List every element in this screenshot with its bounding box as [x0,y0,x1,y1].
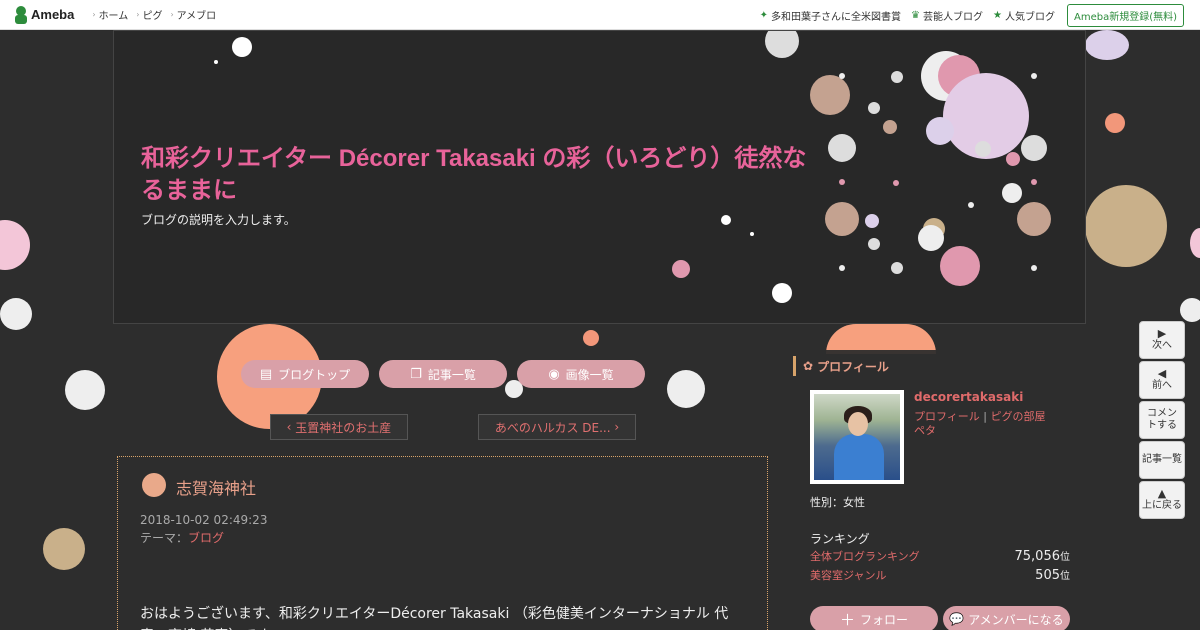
article-theme: テーマ：ブログ [140,529,224,546]
chevron-right-icon: › [170,10,174,19]
prev-article-link[interactable]: ‹ 玉置神社のお土産 [270,414,408,440]
image-list-label: 画像一覧 [565,367,614,382]
popular-blog-label: 人気ブログ [1004,11,1055,23]
ameba-mascot-icon [14,5,28,24]
article-list-label: 記事一覧 [427,367,476,382]
global-header: Ameba › ホーム › ピグ › アメブロ ✦ 多和田葉子さんに全米図書賞 ♛ 芸能人… [0,0,1200,30]
celebrity-blog-label: 芸能人ブログ [923,11,984,23]
celebrity-blog-link[interactable]: ♛ 芸能人ブログ [911,8,983,23]
nav-pigg[interactable]: › ピグ [136,7,162,22]
article-list-float-button[interactable]: 記事一覧 [1139,441,1185,479]
crown-icon: ♛ [911,9,921,21]
play-left-icon: ◀ [1157,367,1167,380]
chevron-left-icon: ‹ [286,420,296,434]
dolphin-icon [142,473,166,497]
ranking-overall-unit: 位 [1060,552,1070,563]
comment-button[interactable]: コメントする [1139,401,1185,439]
article-body: おはようございます、和彩クリエイターDécorer Takasaki （彩色健美… [140,606,729,630]
next-article-link[interactable]: あべのハルカス DE... › [478,414,636,440]
chevron-right-icon: › [92,10,96,19]
news-link-label: 多和田葉子さんに全米図書賞 [771,11,902,23]
ranking-title: ランキング [810,532,870,546]
ameba-logo[interactable]: Ameba [14,5,75,24]
floating-nav: ▶ 次へ ◀ 前へ コメントする 記事一覧 ▲ 上に戻る [1139,321,1185,519]
ranking-overall-value: 75,056 [1014,549,1061,564]
theme-link[interactable]: ブログ [188,531,224,545]
profile-link[interactable]: プロフィール [914,410,980,423]
blog-description: ブログの説明を入力します。 [141,213,296,227]
ranking-genre-unit: 位 [1060,571,1070,582]
popular-blog-link[interactable]: ★ 人気ブログ [993,8,1055,23]
plus-icon: ＋ [839,610,855,629]
star-icon: ★ [993,9,1002,21]
register-button[interactable]: Ameba新規登録(無料) [1066,3,1184,27]
blog-title[interactable]: 和彩クリエイター Décorer Takasaki の彩（いろどり）徒然なるまま… [141,143,821,207]
blog-header: 和彩クリエイター Décorer Takasaki の彩（いろどり）徒然なるまま… [113,30,1086,324]
header-right-links: ✦ 多和田葉子さんに全米図書賞 ♛ 芸能人ブログ ★ 人気ブログ Ameba新規登録(… [750,0,1184,30]
news-link[interactable]: ✦ 多和田葉子さんに全米図書賞 [760,8,901,23]
avatar[interactable] [810,390,904,484]
nav-home[interactable]: › ホーム [92,7,128,22]
article-list-float-label: 記事一覧 [1142,454,1182,465]
amember-button[interactable]: 💬 アメンバーになる [943,606,1070,630]
profile-heading-label: プロフィール [817,359,889,374]
comment-label: コメントする [1147,408,1177,431]
prev-button[interactable]: ◀ 前へ [1139,361,1185,399]
profile-sidebar: ✿ プロフィール decorertakasaki プロフィール | ピグの部屋 ペ… [793,350,1086,630]
article-title[interactable]: 志賀海神社 [176,475,256,499]
next-label: 次へ [1152,340,1172,351]
nav-ameblo[interactable]: › アメブロ [170,7,216,22]
ranking-overall-link[interactable]: 全体ブログランキング [810,548,920,564]
link-separator: | [983,410,987,423]
ranking-genre-value: 505 [1035,568,1060,583]
flower-icon: ✿ [803,359,814,373]
chevron-right-icon: › [136,10,140,19]
next-button[interactable]: ▶ 次へ [1139,321,1185,359]
triangle-up-icon: ▲ [1157,487,1167,500]
blog-top-button[interactable]: ▤ ブログトップ [241,360,369,388]
blog-top-label: ブログトップ [278,367,351,382]
document-icon: ▤ [259,366,273,382]
follow-label: フォロー [860,612,909,627]
article-date: 2018-10-02 02:49:23 [140,513,268,527]
ranking-row-overall: 全体ブログランキング 75,056位 [810,548,1070,564]
theme-label: テーマ： [140,531,189,545]
ranking-genre-link[interactable]: 美容室ジャンル [810,567,886,583]
profile-heading: ✿ プロフィール [793,356,889,376]
profile-gender: 性別：女性 [810,496,865,509]
copy-icon: ❐ [410,366,422,382]
article: 志賀海神社 2018-10-02 02:49:23 テーマ：ブログ おはようござ… [117,456,768,630]
camera-icon: ◉ [548,366,560,382]
image-list-button[interactable]: ◉ 画像一覧 [517,360,645,388]
pigg-room-link[interactable]: ピグの部屋 [991,410,1046,423]
chevron-right-icon: › [610,420,620,434]
nav-pigg-label: ピグ [142,11,163,22]
next-article-label: あべのハルカス DE... [494,420,611,435]
article-list-button[interactable]: ❐ 記事一覧 [379,360,507,388]
prev-article-label: 玉置神社のお土産 [295,420,392,435]
profile-links: プロフィール | ピグの部屋 ペタ [914,410,1064,438]
nav-home-label: ホーム [98,11,129,22]
profile-name[interactable]: decorertakasaki [914,390,1023,404]
back-to-top-button[interactable]: ▲ 上に戻る [1139,481,1185,519]
chat-icon: 💬 [949,612,965,626]
peta-link[interactable]: ペタ [914,424,936,437]
amember-label: アメンバーになる [968,612,1064,627]
avatar-photo [814,394,900,480]
nav-ameblo-label: アメブロ [176,11,217,22]
back-to-top-label: 上に戻る [1142,500,1182,511]
logo-text: Ameba [31,7,75,22]
ranking-row-genre: 美容室ジャンル 505位 [810,567,1070,583]
prev-label: 前へ [1152,380,1172,391]
play-right-icon: ▶ [1157,327,1167,340]
sparkle-icon: ✦ [759,9,769,21]
follow-button[interactable]: ＋ フォロー [810,606,938,630]
